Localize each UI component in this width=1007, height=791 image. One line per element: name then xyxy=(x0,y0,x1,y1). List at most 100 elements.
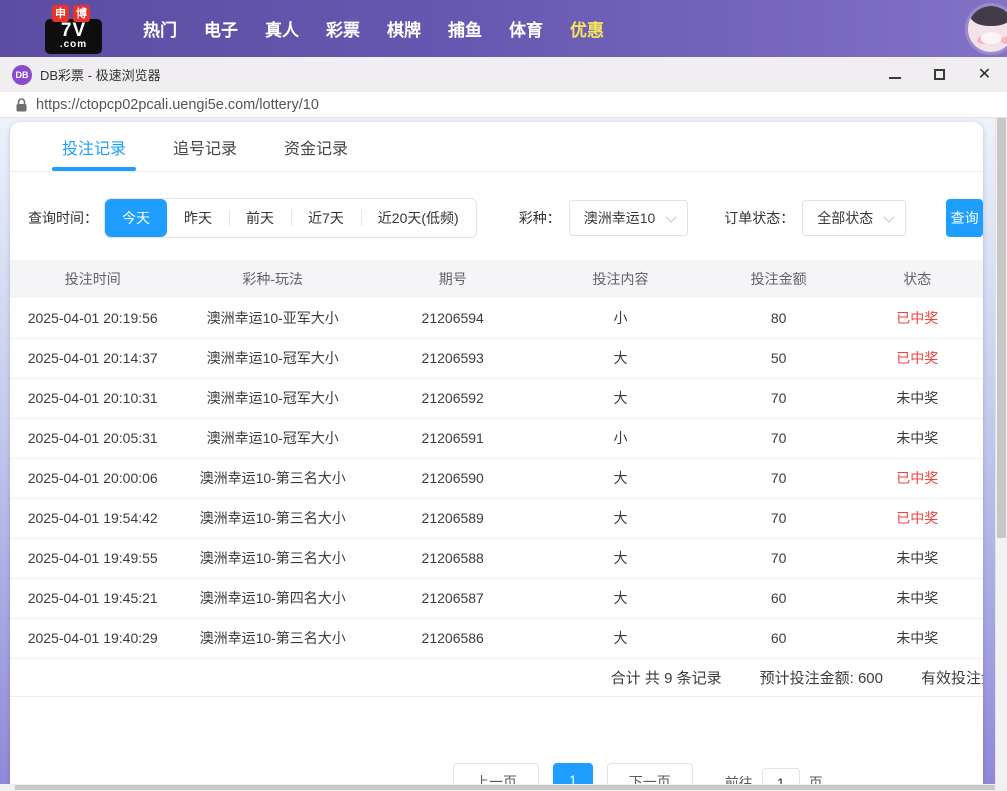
cell-time: 2025-04-01 19:54:42 xyxy=(10,498,175,538)
cell-game: 澳洲幸运10-第四名大小 xyxy=(175,578,370,618)
table-row: 2025-04-01 20:14:37澳洲幸运10-冠军大小21206593大5… xyxy=(10,338,983,378)
search-button[interactable]: 查询 xyxy=(946,199,983,237)
cell-amount: 70 xyxy=(706,378,852,418)
time-option-2[interactable]: 前天 xyxy=(229,199,291,237)
cell-game: 澳洲幸运10-冠军大小 xyxy=(175,378,370,418)
tab-2[interactable]: 资金记录 xyxy=(284,122,348,171)
table-row: 2025-04-01 19:54:42澳洲幸运10-第三名大小21206589大… xyxy=(10,498,983,538)
cell-status: 已中奖 xyxy=(852,298,983,338)
page-viewport: 投注记录追号记录资金记录 查询时间： 今天昨天前天近7天近20天(低频) 彩种：… xyxy=(0,118,1007,791)
next-page-button[interactable]: 下一页 xyxy=(607,763,693,784)
window-title: DB彩票 - 极速浏览器 xyxy=(40,65,161,84)
time-option-4[interactable]: 近20天(低频) xyxy=(361,199,476,237)
table-row: 2025-04-01 20:05:31澳洲幸运10-冠军大小21206591小7… xyxy=(10,418,983,458)
browser-titlebar: DB DB彩票 - 极速浏览器 ✕ xyxy=(0,57,1007,92)
cell-content: 大 xyxy=(535,378,705,418)
lottery-select[interactable]: 澳洲幸运10 xyxy=(569,200,689,236)
nav-item-2[interactable]: 真人 xyxy=(265,16,299,41)
cell-issue: 21206593 xyxy=(370,338,535,378)
cell-issue: 21206591 xyxy=(370,418,535,458)
summary-total-records: 合计 共 9 条记录 xyxy=(611,667,722,688)
top-navbar: 申 博 7V .com 热门 电子 真人 彩票 棋牌 捕鱼 体育 优惠 xyxy=(0,0,1007,57)
summary-valid-amount: 有效投注金额 xyxy=(921,667,983,688)
cell-time: 2025-04-01 19:45:21 xyxy=(10,578,175,618)
nav-item-7[interactable]: 优惠 xyxy=(570,16,604,41)
logo-sub-text: .com xyxy=(45,40,102,50)
table-row: 2025-04-01 19:40:29澳洲幸运10-第三名大小21206586大… xyxy=(10,618,983,658)
goto-page-unit: 页 xyxy=(809,773,823,784)
nav-item-3[interactable]: 彩票 xyxy=(326,16,360,41)
table-row: 2025-04-01 19:49:55澳洲幸运10-第三名大小21206588大… xyxy=(10,538,983,578)
cell-game: 澳洲幸运10-冠军大小 xyxy=(175,338,370,378)
order-status-select[interactable]: 全部状态 xyxy=(802,200,906,236)
minimize-icon xyxy=(889,77,901,79)
cell-status: 已中奖 xyxy=(852,338,983,378)
content-card: 投注记录追号记录资金记录 查询时间： 今天昨天前天近7天近20天(低频) 彩种：… xyxy=(10,122,983,784)
chevron-down-icon xyxy=(884,211,895,222)
bet-records-table: 投注时间彩种-玩法期号投注内容投注金额状态 2025-04-01 20:19:5… xyxy=(10,260,983,659)
tab-0[interactable]: 投注记录 xyxy=(62,122,126,171)
time-option-3[interactable]: 近7天 xyxy=(291,199,361,237)
cell-issue: 21206589 xyxy=(370,498,535,538)
logo-badges: 申 博 xyxy=(52,5,90,22)
current-page-button[interactable]: 1 xyxy=(553,763,593,784)
cell-game: 澳洲幸运10-冠军大小 xyxy=(175,418,370,458)
cell-content: 大 xyxy=(535,338,705,378)
horizontal-scrollbar[interactable] xyxy=(0,784,1007,791)
cell-time: 2025-04-01 20:05:31 xyxy=(10,418,175,458)
time-option-1[interactable]: 昨天 xyxy=(167,199,229,237)
cell-content: 小 xyxy=(535,418,705,458)
cell-content: 大 xyxy=(535,618,705,658)
close-icon: ✕ xyxy=(978,67,991,83)
minimize-button[interactable] xyxy=(872,57,917,92)
column-header: 投注内容 xyxy=(535,260,705,298)
cell-amount: 60 xyxy=(706,618,852,658)
browser-favicon: DB xyxy=(12,65,32,85)
nav-item-0[interactable]: 热门 xyxy=(143,16,177,41)
table-body: 2025-04-01 20:19:56澳洲幸运10-亚军大小21206594小8… xyxy=(10,298,983,658)
prev-page-button[interactable]: 上一页 xyxy=(453,763,539,784)
cell-amount: 70 xyxy=(706,418,852,458)
cell-issue: 21206594 xyxy=(370,298,535,338)
cell-content: 大 xyxy=(535,578,705,618)
summary-bar: 合计 共 9 条记录 预计投注金额: 600 有效投注金额 xyxy=(10,659,983,697)
maximize-button[interactable] xyxy=(917,57,962,92)
cell-status: 未中奖 xyxy=(852,618,983,658)
chevron-down-icon xyxy=(666,211,677,222)
lottery-select-value: 澳洲幸运10 xyxy=(584,208,656,228)
cell-game: 澳洲幸运10-亚军大小 xyxy=(175,298,370,338)
cell-game: 澳洲幸运10-第三名大小 xyxy=(175,458,370,498)
cell-issue: 21206592 xyxy=(370,378,535,418)
cell-time: 2025-04-01 20:10:31 xyxy=(10,378,175,418)
cell-time: 2025-04-01 19:40:29 xyxy=(10,618,175,658)
nav-item-1[interactable]: 电子 xyxy=(204,16,238,41)
table-row: 2025-04-01 20:19:56澳洲幸运10-亚军大小21206594小8… xyxy=(10,298,983,338)
logo-box: 7V .com xyxy=(45,19,102,54)
vertical-scrollbar-thumb[interactable] xyxy=(997,118,1006,538)
horizontal-scrollbar-thumb[interactable] xyxy=(15,785,995,790)
logo-main-text: 7V xyxy=(45,21,102,40)
table-row: 2025-04-01 20:10:31澳洲幸运10-冠军大小21206592大7… xyxy=(10,378,983,418)
cell-amount: 70 xyxy=(706,458,852,498)
table-header-row: 投注时间彩种-玩法期号投注内容投注金额状态 xyxy=(10,260,983,298)
lottery-filter-label: 彩种： xyxy=(519,208,561,228)
cell-status: 未中奖 xyxy=(852,378,983,418)
close-button[interactable]: ✕ xyxy=(962,57,1007,92)
url-text: https://ctopcp02pcali.uengi5e.com/lotter… xyxy=(36,97,319,113)
user-avatar[interactable] xyxy=(965,3,1007,55)
time-option-0[interactable]: 今天 xyxy=(105,199,167,237)
tab-1[interactable]: 追号记录 xyxy=(173,122,237,171)
goto-page-input[interactable] xyxy=(762,768,800,784)
goto-label: 前往 xyxy=(725,773,753,784)
site-logo[interactable]: 申 博 7V .com xyxy=(45,4,105,54)
cell-amount: 70 xyxy=(706,498,852,538)
time-filter-group: 今天昨天前天近7天近20天(低频) xyxy=(104,198,477,238)
browser-urlbar[interactable]: https://ctopcp02pcali.uengi5e.com/lotter… xyxy=(0,92,1007,118)
nav-item-6[interactable]: 体育 xyxy=(509,16,543,41)
nav-item-5[interactable]: 捕鱼 xyxy=(448,16,482,41)
nav-item-4[interactable]: 棋牌 xyxy=(387,16,421,41)
vertical-scrollbar[interactable] xyxy=(995,118,1007,784)
table-row: 2025-04-01 20:00:06澳洲幸运10-第三名大小21206590大… xyxy=(10,458,983,498)
column-header: 投注金额 xyxy=(706,260,852,298)
cell-amount: 70 xyxy=(706,538,852,578)
